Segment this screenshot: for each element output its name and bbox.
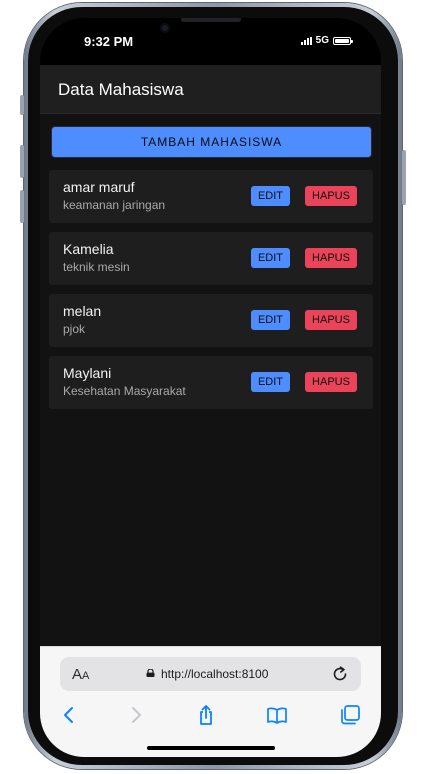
delete-button[interactable]: HAPUS: [305, 372, 357, 392]
delete-button[interactable]: HAPUS: [305, 186, 357, 206]
student-item: melan pjok EDIT HAPUS: [49, 294, 373, 347]
status-indicators: 5G: [300, 35, 353, 46]
student-name: melan: [63, 303, 102, 319]
edit-button[interactable]: EDIT: [251, 372, 290, 392]
tabs-icon[interactable]: [339, 704, 361, 726]
network-label: 5G: [315, 35, 329, 46]
student-item: Maylani Kesehatan Masyarakat EDIT HAPUS: [49, 356, 373, 409]
page-title: Data Mahasiswa: [58, 80, 184, 99]
student-item: amar maruf keamanan jaringan EDIT HAPUS: [49, 170, 373, 223]
status-time: 9:32 PM: [84, 34, 134, 49]
battery-icon: [333, 36, 353, 45]
volume-down-button: [20, 190, 24, 223]
student-major: keamanan jaringan: [63, 198, 166, 212]
share-icon[interactable]: [195, 704, 217, 726]
edit-button[interactable]: EDIT: [251, 310, 290, 330]
reload-icon[interactable]: [331, 665, 349, 683]
edit-button[interactable]: EDIT: [251, 186, 290, 206]
forward-icon[interactable]: [125, 704, 147, 726]
delete-button[interactable]: HAPUS: [305, 310, 357, 330]
student-item: Kamelia teknik mesin EDIT HAPUS: [49, 232, 373, 285]
power-button: [402, 150, 406, 205]
volume-up-button: [20, 145, 24, 178]
student-major: Kesehatan Masyarakat: [63, 384, 186, 398]
speaker-grille: [181, 18, 241, 22]
back-icon[interactable]: [58, 704, 80, 726]
browser-toolbar: AA http://localhost:8100: [40, 646, 381, 757]
edit-button[interactable]: EDIT: [251, 248, 290, 268]
add-student-button[interactable]: TAMBAH MAHASISWA: [51, 126, 372, 158]
delete-button[interactable]: HAPUS: [305, 248, 357, 268]
student-major: pjok: [63, 322, 86, 336]
app-header: Data Mahasiswa: [40, 65, 381, 114]
phone-screen: 9:32 PM 5G Data Mahasiswa TAMBAH MAHASIS…: [40, 18, 381, 757]
text-size-icon[interactable]: AA: [72, 666, 89, 683]
student-list: amar maruf keamanan jaringan EDIT HAPUS …: [49, 170, 373, 418]
student-name: amar maruf: [63, 179, 135, 195]
signal-icon: [300, 36, 312, 45]
front-camera: [160, 23, 170, 33]
address-bar[interactable]: AA http://localhost:8100: [60, 657, 361, 691]
silent-switch: [20, 95, 24, 115]
home-indicator[interactable]: [147, 746, 275, 750]
url-text: http://localhost:8100: [161, 667, 269, 681]
bookmarks-icon[interactable]: [266, 704, 288, 726]
status-bar: 9:32 PM 5G: [40, 18, 381, 65]
student-name: Maylani: [63, 365, 112, 381]
lock-icon: [146, 669, 155, 677]
student-name: Kamelia: [63, 241, 114, 257]
student-major: teknik mesin: [63, 260, 130, 274]
